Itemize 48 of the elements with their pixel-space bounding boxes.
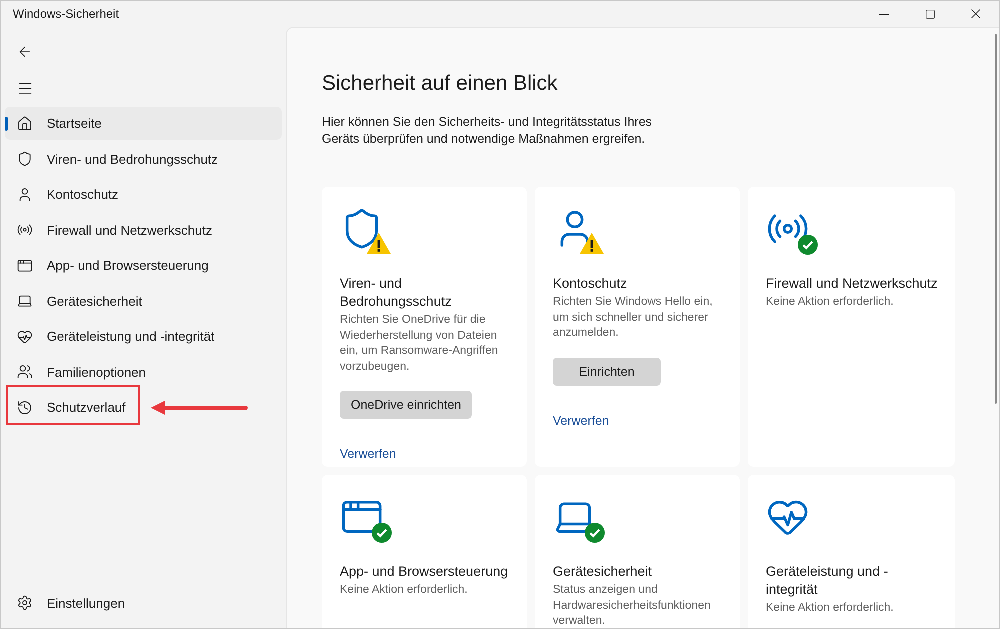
sidebar-item[interactable]: Familienoptionen	[5, 356, 282, 388]
card-description: Status anzeigen und Hardwaresicherheitsfunktionen verwalten.	[553, 583, 712, 628]
shield-icon	[17, 151, 33, 167]
card-title: Firewall und Netzwerkschutz	[766, 275, 938, 293]
heart-pulse-icon	[17, 328, 33, 344]
card-title: Gerätesicherheit	[553, 563, 652, 581]
sidebar-item[interactable]: Gerätesicherheit	[5, 284, 282, 318]
maximize-icon	[924, 8, 936, 20]
status-card[interactable]: Gerätesicherheit Status anzeigen und Hardwaresicherheitsfunktionen verwalten.	[535, 475, 740, 628]
status-card[interactable]: Viren- und Bedrohungsschutz Richten Sie OneDrive für die Wiederherstellung von Dateien ein, um Ransomware-Angriffen vorzubeugen. OneDrive einrichten Verwerfen	[322, 187, 527, 467]
window-icon	[17, 258, 33, 274]
sidebar-item[interactable]: Schutzverlauf	[5, 391, 282, 424]
card-description: Richten Sie Windows Hello ein, um sich schneller und sicherer anzumelden.	[553, 295, 714, 341]
status-card[interactable]: Firewall und Netzwerkschutz Keine Aktion erforderlich.	[748, 187, 955, 467]
antenna-icon	[17, 222, 33, 238]
selection-indicator	[5, 117, 8, 131]
home-icon	[17, 116, 33, 132]
dismiss-link[interactable]: Verwerfen	[340, 447, 396, 461]
setup-button[interactable]: Einrichten	[553, 358, 661, 386]
scrollbar-thumb[interactable]	[995, 34, 997, 404]
status-card[interactable]: App- und Browsersteuerung Keine Aktion erforderlich.	[322, 475, 527, 628]
page-title: Sicherheit auf einen Blick	[322, 72, 559, 96]
dismiss-link[interactable]: Verwerfen	[553, 414, 610, 428]
settings-icon	[17, 595, 33, 611]
people-icon	[17, 364, 33, 380]
page-description: Hier können Sie den Sicherheits- und Integritätsstatus Ihres Geräts überprüfen und notwendige Maßnahmen ergreifen.	[322, 114, 654, 148]
sidebar-item[interactable]: Kontoschutz	[5, 178, 282, 211]
settings-item[interactable]: Einstellungen	[5, 586, 282, 620]
card-title: Kontoschutz	[553, 275, 628, 293]
sidebar-item[interactable]: Startseite	[5, 107, 282, 140]
card-description: Keine Aktion erforderlich.	[766, 295, 894, 310]
history-icon	[17, 400, 33, 416]
card-description: Keine Aktion erforderlich.	[766, 601, 894, 616]
window-title: Windows-Sicherheit	[13, 7, 120, 21]
status-card[interactable]: Kontoschutz Richten Sie Windows Hello ein, um sich schneller und sicherer anzumelden. Einrichten Verwerfen	[535, 187, 740, 467]
card-description: Richten Sie OneDrive für die Wiederherstellung von Dateien ein, um Ransomware-Angriffen vorzubeugen.	[340, 313, 500, 374]
sidebar-item[interactable]: Geräteleistung und -integrität	[5, 320, 282, 353]
laptop-icon	[17, 293, 33, 309]
card-title: App- und Browsersteuerung	[340, 563, 508, 581]
sidebar-item[interactable]: Viren- und Bedrohungsschutz	[5, 142, 282, 176]
status-card[interactable]: Geräteleistung und -integrität Keine Aktion erforderlich.	[748, 475, 955, 628]
person-icon	[17, 186, 33, 202]
setup-button[interactable]: OneDrive einrichten	[340, 391, 472, 419]
sidebar-item[interactable]: App- und Browsersteuerung	[5, 249, 282, 282]
sidebar-item[interactable]: Firewall und Netzwerkschutz	[5, 214, 282, 246]
card-description: Keine Aktion erforderlich.	[340, 583, 468, 598]
card-title: Geräteleistung und -integrität	[766, 563, 890, 599]
card-title: Viren- und Bedrohungsschutz	[340, 275, 453, 311]
